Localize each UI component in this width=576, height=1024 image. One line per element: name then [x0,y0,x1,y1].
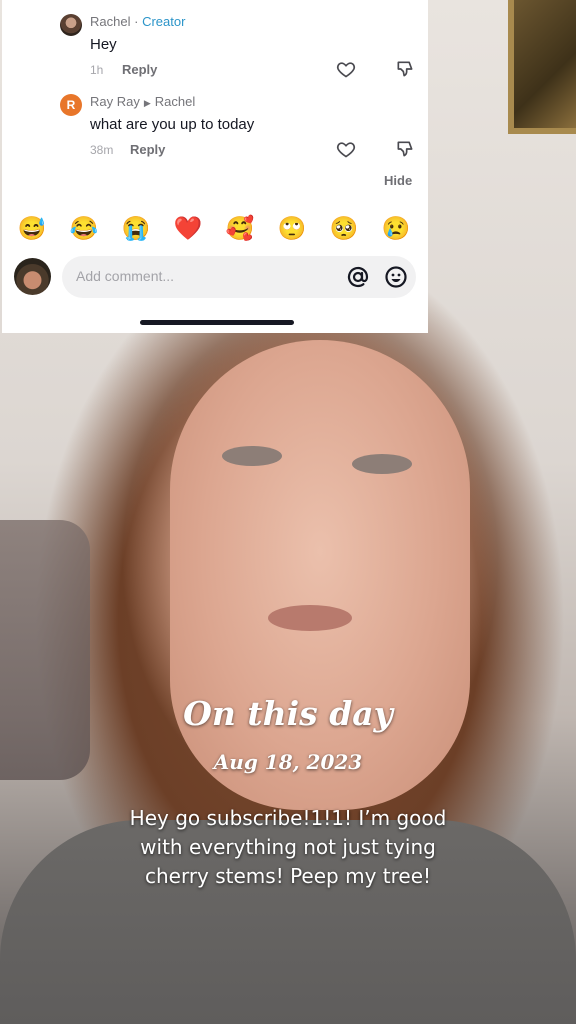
emoji-sweat-smile[interactable]: 😅 [16,212,48,244]
separator-dot: · [134,14,139,29]
emoji-smiling-hearts[interactable]: 🥰 [224,212,256,244]
couch-arm [0,520,90,780]
mention-at-icon[interactable] [346,265,370,289]
right-eye [352,454,412,474]
emoji-crying[interactable]: 😢 [380,212,412,244]
comment-time: 1h [90,63,104,77]
home-indicator[interactable] [140,320,294,325]
video-caption: Hey go subscribe!1!1! I’m good with ever… [129,806,447,888]
comment-author-line[interactable]: Rachel · Creator [90,14,185,29]
reply-button[interactable]: Reply [122,62,157,77]
emoji-eye-roll[interactable]: 🙄 [276,212,308,244]
dislike-icon[interactable] [395,59,415,79]
ray-ray-avatar[interactable]: R [60,94,82,116]
current-user-avatar[interactable] [14,258,51,295]
add-comment-input[interactable]: Add comment... [62,256,416,298]
emoji-loudly-crying[interactable]: 😭 [120,212,152,244]
on-this-day-title: On this day [183,694,393,733]
emoji-tears-of-joy[interactable]: 😂 [68,212,100,244]
comment-text: Hey [90,36,117,53]
dislike-icon[interactable] [395,139,415,159]
person-face [170,340,470,810]
emoji-pleading[interactable]: 🥺 [328,212,360,244]
hide-replies-button[interactable]: Hide [384,173,412,188]
reply-to-user[interactable]: Rachel [155,94,195,109]
comment-author[interactable]: Rachel [90,14,130,29]
creator-badge: Creator [142,14,186,29]
mouth [268,605,352,631]
comment-placeholder: Add comment... [76,268,175,284]
comment-author-line[interactable]: Ray Ray ▶ Rachel [90,94,195,109]
wall-picture-frame [508,0,576,134]
comment-time: 38m [90,143,114,157]
emoji-picker-icon[interactable] [384,265,408,289]
reply-button[interactable]: Reply [130,142,165,157]
emoji-red-heart[interactable]: ❤️ [172,212,204,244]
rachel-avatar[interactable] [60,14,82,36]
on-this-day-date: Aug 18, 2023 [213,750,363,774]
like-heart-icon[interactable] [336,139,356,159]
comment-panel: Rachel · Creator Hey 1h Reply R Ray Ray ▶… [2,0,428,333]
comment-text: what are you up to today [90,116,255,133]
left-eye [222,446,282,466]
like-heart-icon[interactable] [336,59,356,79]
emoji-quick-bar: 😅 😂 😭 ❤️ 🥰 🙄 🥺 😢 [2,212,428,246]
comment-author[interactable]: Ray Ray [90,94,140,109]
reply-arrow-icon: ▶ [143,98,151,108]
